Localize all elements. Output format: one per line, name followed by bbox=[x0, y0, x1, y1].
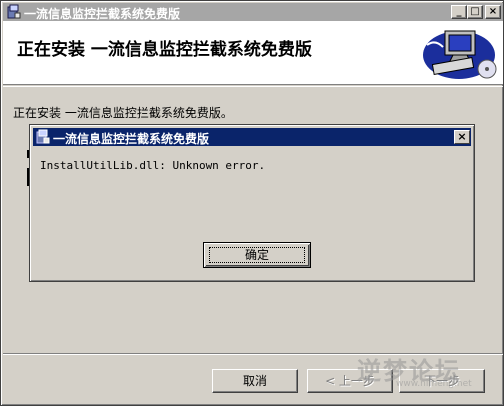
computer-setup-icon bbox=[423, 30, 497, 79]
dialog-app-icon bbox=[36, 129, 50, 144]
site-watermark: 逆梦论坛 bbox=[357, 357, 461, 385]
error-dialog: 一流信息监控拦截系统免费版 × InstallUtilLib.dll: Unkn… bbox=[29, 124, 475, 282]
ok-button[interactable]: 确定 bbox=[203, 242, 311, 268]
dialog-titlebar[interactable]: 一流信息监控拦截系统免费版 × bbox=[33, 128, 471, 146]
dialog-title: 一流信息监控拦截系统免费版 bbox=[53, 132, 210, 146]
error-message: InstallUtilLib.dll: Unknown error. bbox=[40, 159, 266, 172]
installer-app-icon bbox=[7, 4, 21, 19]
dialog-close-button[interactable]: × bbox=[454, 130, 470, 144]
install-status-text: 正在安装 一流信息监控拦截系统免费版。 bbox=[13, 106, 233, 120]
close-button[interactable]: × bbox=[485, 5, 501, 19]
installer-window: 一流信息监控拦截系统免费版 _ □ × 正在安装 一流信息监控拦截系统免费版 正… bbox=[0, 0, 504, 406]
window-title: 一流信息监控拦截系统免费版 bbox=[24, 7, 181, 21]
header-banner: 正在安装 一流信息监控拦截系统免费版 bbox=[3, 21, 503, 85]
cancel-button[interactable]: 取消 bbox=[212, 369, 298, 393]
window-titlebar[interactable]: 一流信息监控拦截系统免费版 _ □ × bbox=[3, 3, 503, 21]
site-watermark-url: www.nimeng.net bbox=[396, 379, 472, 389]
banner-title: 正在安装 一流信息监控拦截系统免费版 bbox=[17, 40, 312, 60]
ok-focus-ring bbox=[209, 247, 305, 263]
maximize-button[interactable]: □ bbox=[467, 5, 483, 19]
banner-separator bbox=[3, 86, 503, 87]
minimize-button[interactable]: _ bbox=[451, 5, 467, 19]
